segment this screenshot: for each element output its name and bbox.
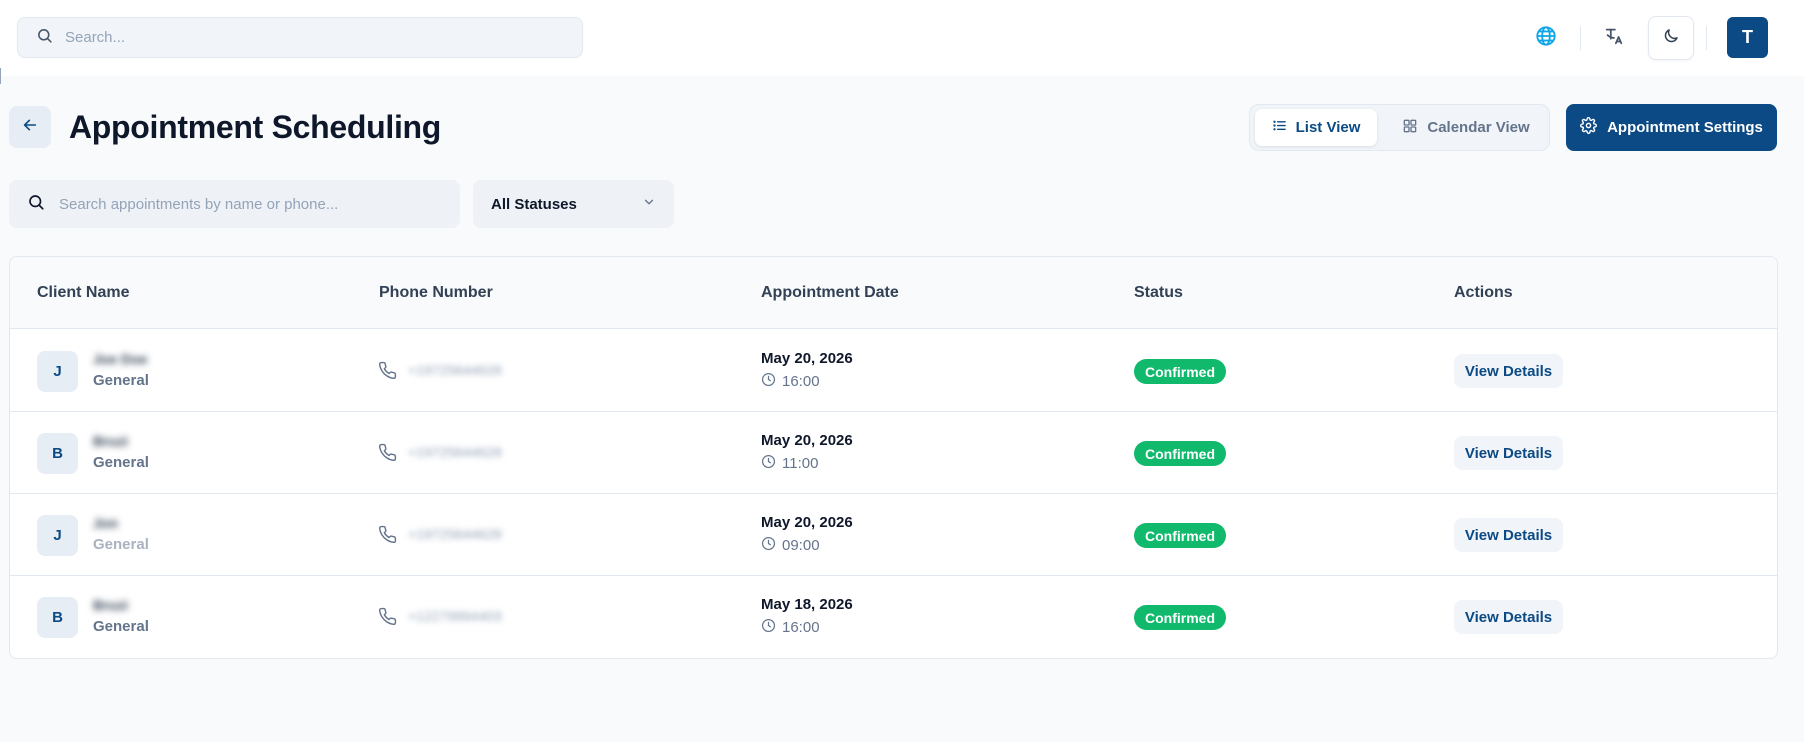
list-icon (1272, 118, 1287, 137)
appointment-time: 16:00 (761, 372, 820, 391)
clock-icon (761, 618, 776, 637)
status-filter-select[interactable]: All Statuses (473, 180, 674, 228)
appointment-date: May 18, 2026 (761, 596, 853, 613)
user-avatar-button[interactable]: T (1727, 17, 1768, 58)
appointment-search-placeholder: Search appointments by name or phone... (59, 195, 339, 213)
client-name: Bruzi (93, 433, 128, 449)
list-view-label: List View (1295, 119, 1361, 136)
moon-icon (1662, 27, 1680, 50)
column-header-client-name: Client Name (37, 284, 130, 301)
globe-icon (1535, 25, 1557, 52)
top-bar: Search... T (0, 0, 1804, 76)
list-view-tab[interactable]: List View (1255, 109, 1377, 146)
phone-number: +19725644628 (408, 526, 502, 542)
gear-icon (1580, 117, 1598, 138)
view-details-button[interactable]: View Details (1454, 354, 1563, 388)
appointment-time-value: 16:00 (782, 619, 820, 636)
appointment-time: 09:00 (761, 536, 820, 555)
view-details-button[interactable]: View Details (1454, 436, 1563, 470)
appointment-date: May 20, 2026 (761, 350, 853, 367)
table-row: B Bruzi General +12279994403 May 18, 202… (10, 576, 1777, 658)
divider (1706, 26, 1707, 50)
client-name: Joe Doe (93, 351, 148, 367)
global-search-input[interactable]: Search... (17, 17, 583, 58)
dark-mode-toggle[interactable] (1648, 16, 1694, 60)
status-badge: Confirmed (1134, 359, 1226, 384)
phone-number: +12279994403 (408, 608, 502, 624)
appointment-search-input[interactable]: Search appointments by name or phone... (9, 180, 460, 228)
translate-icon (1603, 25, 1625, 52)
table-row: B Bruzi General +19725644628 May 20, 202… (10, 412, 1777, 494)
client-category: General (93, 372, 149, 389)
appointments-table: Client Name Phone Number Appointment Dat… (9, 256, 1778, 659)
phone-icon (378, 607, 397, 631)
clock-icon (761, 536, 776, 555)
search-icon (36, 27, 53, 49)
appointment-settings-button[interactable]: Appointment Settings (1566, 104, 1777, 151)
divider (1580, 26, 1581, 50)
appointment-time: 11:00 (761, 454, 818, 473)
global-search-placeholder: Search... (65, 29, 126, 46)
phone-icon (378, 361, 397, 385)
back-button[interactable] (9, 106, 51, 148)
arrow-left-icon (22, 117, 38, 138)
client-name: Jon (93, 515, 118, 531)
client-category: General (93, 618, 149, 635)
column-header-actions: Actions (1454, 284, 1513, 301)
phone-icon (378, 443, 397, 467)
chevron-down-icon (642, 195, 656, 213)
phone-number: +19725644628 (408, 362, 502, 378)
client-initial-avatar: J (37, 515, 78, 556)
page-title: Appointment Scheduling (69, 108, 442, 145)
appointment-time-value: 09:00 (782, 537, 820, 554)
appointment-time: 16:00 (761, 618, 820, 637)
status-badge: Confirmed (1134, 441, 1226, 466)
table-row: J Jon General +19725644628 May 20, 2026 … (10, 494, 1777, 576)
column-header-status: Status (1134, 284, 1183, 301)
appointment-time-value: 11:00 (782, 455, 819, 472)
grid-icon (1402, 118, 1418, 138)
client-initial-avatar: B (37, 433, 78, 474)
clock-icon (761, 454, 776, 473)
status-filter-value: All Statuses (491, 195, 577, 213)
calendar-view-label: Calendar View (1427, 119, 1530, 136)
translate-button[interactable] (1598, 24, 1630, 52)
view-details-button[interactable]: View Details (1454, 518, 1563, 552)
appointment-settings-label: Appointment Settings (1607, 119, 1763, 136)
left-edge-marker (0, 68, 1, 84)
calendar-view-tab[interactable]: Calendar View (1393, 109, 1539, 146)
client-category: General (93, 536, 149, 553)
client-name: Bruzi (93, 597, 128, 613)
client-initial-avatar: J (37, 351, 78, 392)
table-header: Client Name Phone Number Appointment Dat… (10, 257, 1777, 329)
client-initial-avatar: B (37, 597, 78, 638)
column-header-appointment-date: Appointment Date (761, 284, 899, 301)
search-icon (27, 193, 45, 216)
appointment-time-value: 16:00 (782, 373, 820, 390)
phone-icon (378, 525, 397, 549)
table-row: J Joe Doe General +19725644628 May 20, 2… (10, 330, 1777, 412)
column-header-phone-number: Phone Number (379, 284, 493, 301)
client-category: General (93, 454, 149, 471)
language-globe-button[interactable] (1532, 24, 1560, 52)
view-toggle: List View Calendar View (1249, 104, 1550, 151)
status-badge: Confirmed (1134, 605, 1226, 630)
clock-icon (761, 372, 776, 391)
appointment-date: May 20, 2026 (761, 514, 853, 531)
status-badge: Confirmed (1134, 523, 1226, 548)
phone-number: +19725644628 (408, 444, 502, 460)
appointment-date: May 20, 2026 (761, 432, 853, 449)
view-details-button[interactable]: View Details (1454, 600, 1563, 634)
